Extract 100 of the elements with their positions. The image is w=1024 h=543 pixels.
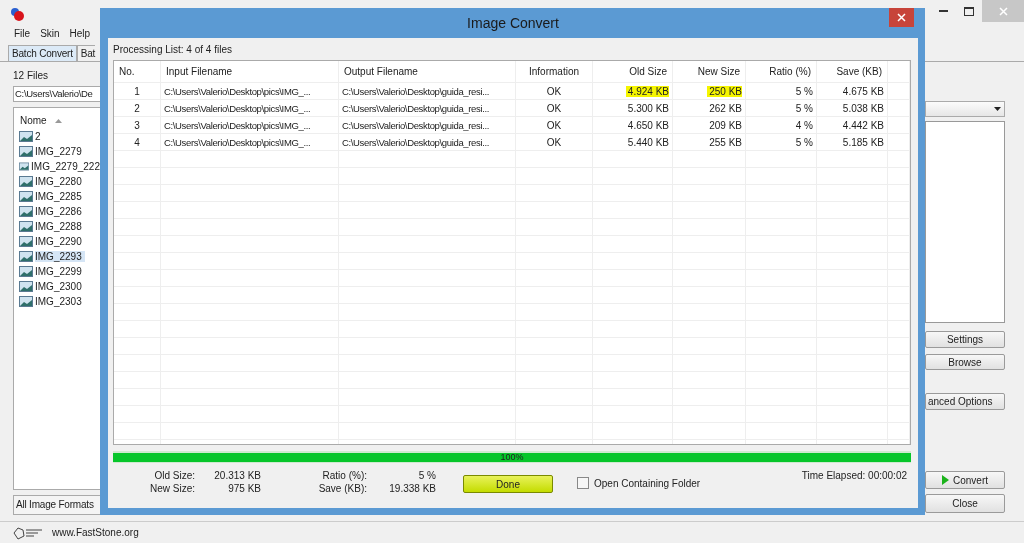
column-header[interactable]: Save (KB): [836, 66, 882, 77]
image-file-icon: [19, 176, 33, 187]
table-cell: 4.650 KB: [627, 119, 669, 131]
table-cell: 5.038 KB: [842, 102, 884, 114]
image-list-item[interactable]: IMG_2280: [35, 176, 82, 187]
table-cell: 1: [134, 85, 140, 97]
image-list-item[interactable]: IMG_2286: [35, 206, 82, 217]
image-list-item[interactable]: IMG_2279_222: [31, 161, 100, 172]
image-list-item[interactable]: 2: [35, 131, 41, 142]
column-header[interactable]: Output Filename: [344, 66, 418, 77]
image-list-item[interactable]: IMG_2285: [35, 191, 82, 202]
summary-label: Ratio (%):: [321, 470, 367, 481]
play-icon: [942, 475, 949, 486]
image-file-icon: [19, 221, 33, 232]
image-list-item[interactable]: IMG_2279: [35, 146, 82, 157]
minimize-icon: [938, 10, 948, 12]
table-cell: 5 %: [795, 102, 813, 114]
close-button[interactable]: Close: [925, 494, 1005, 513]
image-file-icon: [19, 191, 33, 202]
table-cell: 4: [134, 136, 140, 148]
image-list-item[interactable]: IMG_2299: [35, 266, 82, 277]
faststone-logo-icon: [12, 525, 44, 540]
table-cell: OK: [546, 102, 562, 114]
file-count: 12 Files: [13, 70, 49, 81]
progress-label: 100%: [500, 452, 524, 462]
table-cell: 255 KB: [709, 136, 742, 148]
image-list-item[interactable]: IMG_2288: [35, 221, 82, 232]
sort-arrow-icon: [54, 118, 62, 123]
done-button[interactable]: Done: [463, 475, 553, 493]
summary-value: 5 %: [417, 470, 436, 481]
image-file-icon: [19, 266, 33, 277]
column-header[interactable]: Old Size: [629, 66, 667, 77]
caret-icon: [994, 106, 1001, 111]
image-file-icon: [19, 296, 33, 307]
image-list-item[interactable]: IMG_2293: [35, 251, 85, 262]
option-button[interactable]: Settings: [925, 331, 1005, 348]
image-file-icon: [19, 146, 33, 157]
close-button[interactable]: [889, 8, 914, 27]
table-cell: 5 %: [795, 85, 813, 97]
app-logo-icon: [10, 7, 24, 21]
menu-item[interactable]: File: [14, 28, 31, 42]
table-cell: 4.924 KB: [625, 85, 669, 97]
image-file-icon: [19, 131, 33, 142]
summary-label: New Size:: [149, 483, 195, 494]
summary-label: Old Size:: [153, 470, 195, 481]
image-list-item[interactable]: IMG_2290: [35, 236, 82, 247]
dialog-title: Image Convert: [467, 15, 559, 31]
option-button[interactable]: anced Options: [925, 393, 1005, 410]
table-cell: 2: [134, 102, 140, 114]
table-cell: 5.300 KB: [627, 102, 669, 114]
summary-value: 975 KB: [227, 483, 261, 494]
image-file-icon: [19, 236, 33, 247]
image-list-item[interactable]: IMG_2303: [35, 296, 82, 307]
convert-button[interactable]: Convert: [925, 470, 1005, 490]
checkbox-label[interactable]: Open Containing Folder: [594, 477, 701, 489]
table-cell: C:\Users\Valerio\Desktop\guida_resi...: [342, 136, 490, 148]
path-field[interactable]: C:\Users\Valerio\De: [13, 86, 100, 102]
image-file-icon: [19, 281, 33, 292]
image-file-icon: [19, 206, 33, 217]
column-header[interactable]: Information: [529, 66, 579, 77]
website-link[interactable]: www.FastStone.org: [52, 527, 139, 538]
summary-value: 19.338 KB: [388, 483, 436, 494]
table-cell: OK: [546, 136, 562, 148]
table-cell: 4.675 KB: [842, 85, 884, 97]
column-header[interactable]: Ratio (%): [769, 66, 811, 77]
table-cell: OK: [546, 85, 562, 97]
menu-item[interactable]: Skin: [40, 28, 60, 42]
column-header[interactable]: Input Filename: [166, 66, 233, 77]
table-cell: 3: [134, 119, 140, 131]
table-cell: 250 KB: [707, 85, 742, 97]
table-cell: C:\Users\Valerio\Desktop\guida_resi...: [342, 119, 490, 131]
table-cell: 5.440 KB: [627, 136, 669, 148]
table-cell: C:\Users\Valerio\Desktop\pics\IMG_...: [164, 102, 311, 114]
image-list-item[interactable]: IMG_2300: [35, 281, 82, 292]
table-cell: 262 KB: [709, 102, 742, 114]
checkbox[interactable]: [577, 477, 589, 489]
image-file-icon: [19, 161, 30, 172]
table-cell: C:\Users\Valerio\Desktop\guida_resi...: [342, 85, 490, 97]
table-cell: C:\Users\Valerio\Desktop\pics\IMG_...: [164, 85, 311, 97]
column-header[interactable]: No.: [119, 66, 135, 77]
column-header[interactable]: New Size: [697, 66, 740, 77]
table-cell: 4.442 KB: [842, 119, 884, 131]
close-icon: [998, 6, 1008, 16]
maximize-icon: [964, 6, 974, 16]
table-cell: 5 %: [795, 136, 813, 148]
close-icon: [897, 13, 906, 22]
processing-list-label: Processing List: 4 of 4 files: [113, 44, 233, 55]
option-button[interactable]: Browse: [925, 353, 1005, 371]
table-cell: 5.185 KB: [842, 136, 884, 148]
table-cell: C:\Users\Valerio\Desktop\pics\IMG_...: [164, 136, 311, 148]
summary-value: 20.313 KB: [213, 470, 261, 481]
menu-item[interactable]: Help: [69, 28, 91, 42]
table-cell: 209 KB: [709, 119, 742, 131]
time-elapsed: Time Elapsed: 00:00:02: [801, 470, 907, 481]
column-header[interactable]: Nome: [20, 115, 47, 126]
format-filter-dropdown[interactable]: All Image Formats: [13, 495, 100, 515]
summary-label: Save (KB):: [317, 483, 367, 494]
table-cell: 4 %: [795, 119, 813, 131]
tab[interactable]: Batch Convert: [8, 45, 77, 61]
image-file-icon: [19, 251, 33, 262]
